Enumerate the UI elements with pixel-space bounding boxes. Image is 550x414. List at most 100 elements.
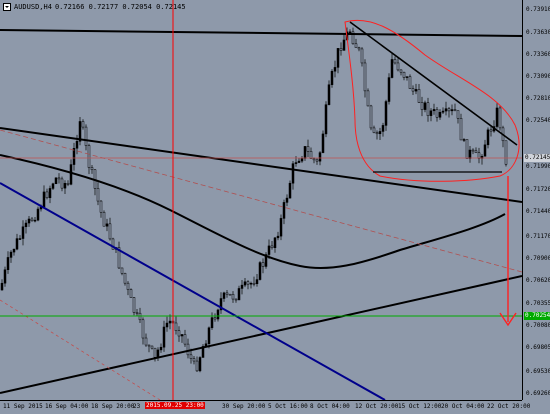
price-axis-label: 0.69530 xyxy=(526,368,550,375)
dashed-trendline-lower[interactable] xyxy=(0,299,161,400)
candle-body xyxy=(339,48,343,51)
chart-window[interactable]: AUDUSD,H4 0.72166 0.72177 0.72054 0.7214… xyxy=(0,0,550,414)
candle-body xyxy=(441,110,445,113)
candle-body xyxy=(48,188,52,199)
candle-body xyxy=(153,347,157,358)
candle-body xyxy=(3,269,7,284)
downtrend-line-blue[interactable] xyxy=(0,182,386,400)
symbol-dropdown-icon[interactable] xyxy=(3,3,11,11)
candle-body xyxy=(6,257,10,270)
time-axis[interactable]: 11 Sep 2015 16 Sep 04:00 18 Sep 20:00 23 30 … xyxy=(0,400,530,414)
candle-body xyxy=(312,158,316,161)
time-axis-label: 23 xyxy=(133,403,141,410)
time-axis-label: 22 Oct 20:00 xyxy=(487,403,531,410)
candle-body xyxy=(102,211,106,227)
symbol-label: AUDUSD,H4 xyxy=(14,3,52,11)
price-axis[interactable]: 0.73910 0.73630 0.73360 0.73090 0.72810 0.725… xyxy=(522,0,550,400)
price-axis-label: 0.73630 xyxy=(526,29,550,36)
candle-body xyxy=(471,149,475,152)
candle-body xyxy=(408,76,412,89)
candle-body xyxy=(333,67,337,72)
time-axis-label: 11 Sep 2015 xyxy=(3,403,43,410)
candle-body xyxy=(309,151,313,159)
candle-body xyxy=(402,71,406,78)
candle-body xyxy=(387,77,391,102)
candle-body xyxy=(489,129,493,132)
candle-body xyxy=(45,191,49,199)
candle-body xyxy=(357,47,361,50)
candle-body xyxy=(15,238,19,250)
candle-body xyxy=(495,107,499,127)
candle-body xyxy=(120,267,124,274)
candle-body xyxy=(450,109,454,112)
price-axis-label: 0.70355 xyxy=(526,300,550,307)
candle-body xyxy=(300,158,304,162)
candle-body xyxy=(372,127,376,133)
candle-body xyxy=(435,109,439,118)
candle-body xyxy=(444,108,448,112)
triangle-upper-line[interactable] xyxy=(349,21,518,146)
dashed-trendline[interactable] xyxy=(0,129,522,273)
time-axis-label: 5 Oct 16:00 xyxy=(268,403,308,410)
time-axis-label: 16 Sep 04:00 xyxy=(45,403,89,410)
candle-body xyxy=(129,289,133,298)
candle-body xyxy=(168,320,172,324)
candle-body xyxy=(63,183,67,189)
current-price-badge: 0.72145 xyxy=(524,154,550,162)
candle-body xyxy=(150,345,154,349)
triangle-outline-annotation[interactable] xyxy=(344,19,520,182)
upper-trendline[interactable] xyxy=(0,29,522,37)
price-axis-label: 0.71170 xyxy=(526,233,550,240)
time-axis-label: 8 Oct 04:00 xyxy=(310,403,350,410)
candle-body xyxy=(234,298,238,301)
candle-body xyxy=(279,218,283,237)
candle-body xyxy=(417,89,421,103)
candle-body xyxy=(141,319,145,339)
candle-body xyxy=(33,219,37,222)
candle-body xyxy=(318,152,322,162)
candle-body xyxy=(297,160,301,163)
price-chart[interactable] xyxy=(0,0,522,400)
candle-body xyxy=(336,48,340,68)
price-axis-label: 0.73090 xyxy=(526,73,550,80)
price-axis-label: 0.71440 xyxy=(526,208,550,215)
candle-body xyxy=(72,148,76,165)
candle-body xyxy=(270,245,274,248)
candle-body xyxy=(363,62,367,92)
candle-body xyxy=(177,330,181,337)
candle-body xyxy=(51,183,55,189)
candle-body xyxy=(261,262,265,267)
candle-body xyxy=(348,31,352,34)
time-axis-label: 20 Oct 04:00 xyxy=(441,403,485,410)
candle-body xyxy=(390,59,394,78)
candle-body xyxy=(411,88,415,92)
candle-body xyxy=(405,76,409,78)
candle-body xyxy=(156,349,160,358)
candle-body xyxy=(126,282,130,290)
rising-support-line[interactable] xyxy=(0,275,522,394)
candle-body xyxy=(18,238,22,240)
candle-body xyxy=(294,162,298,164)
candle-body xyxy=(498,107,502,129)
time-axis-label: 15 Oct 12:00 xyxy=(398,403,442,410)
candle-body xyxy=(54,177,58,184)
candle-body xyxy=(459,118,463,141)
candle-body xyxy=(474,150,478,154)
candle-body xyxy=(432,109,436,112)
candle-body xyxy=(135,312,139,314)
candle-body xyxy=(288,182,292,199)
candle-body xyxy=(36,208,40,221)
candle-body xyxy=(306,146,310,152)
candle-body xyxy=(477,152,481,159)
channel-line-descending[interactable] xyxy=(0,127,522,203)
candle-body xyxy=(24,222,28,228)
candle-body xyxy=(96,188,100,202)
time-axis-label: 18 Sep 20:00 xyxy=(91,403,135,410)
candle-body xyxy=(276,235,280,239)
candle-body xyxy=(237,288,241,301)
candle-body xyxy=(267,245,271,255)
candle-body xyxy=(258,262,262,280)
candle-body xyxy=(210,317,214,329)
candle-body xyxy=(186,343,190,356)
candle-body xyxy=(213,317,217,320)
